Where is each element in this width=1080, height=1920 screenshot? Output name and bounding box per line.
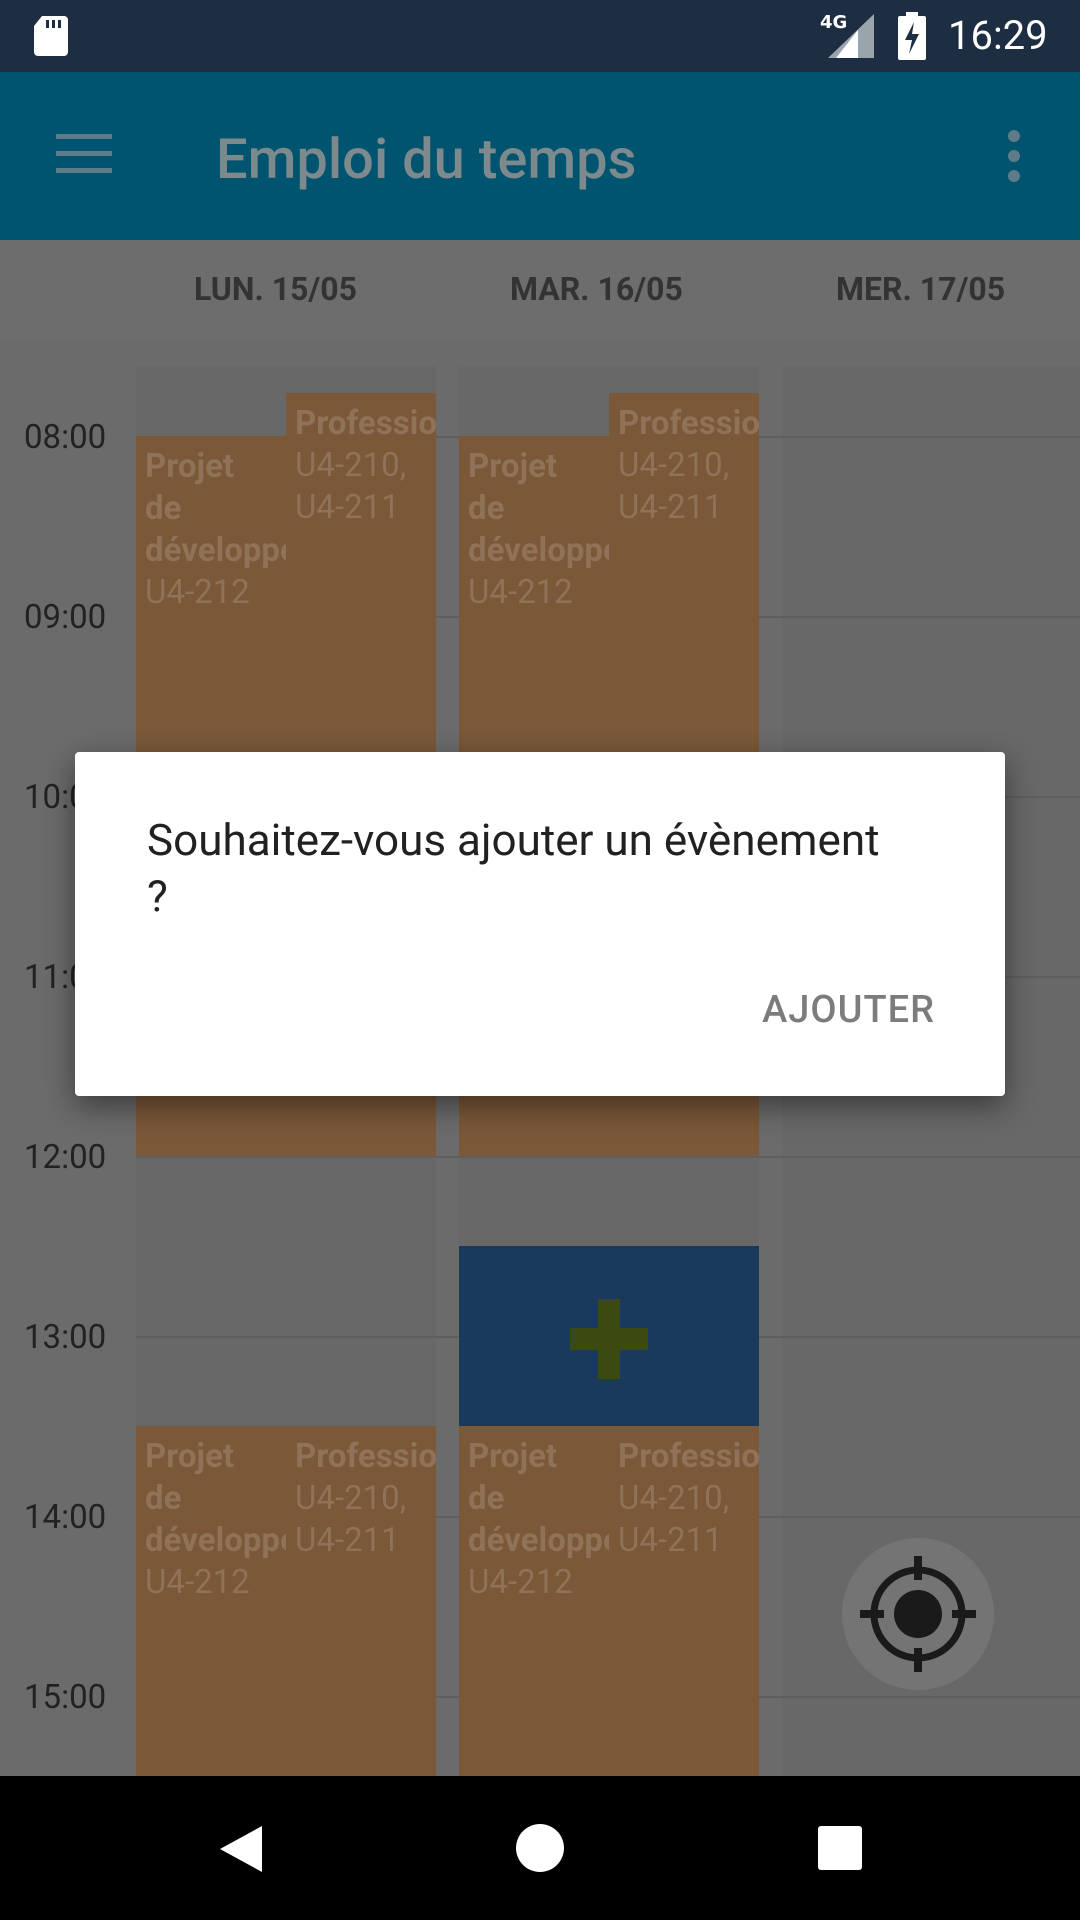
dialog-message: Souhaitez-vous ajouter un évènement ? [147, 814, 880, 922]
add-button[interactable]: AJOUTER [762, 988, 935, 1032]
home-icon[interactable] [516, 1824, 564, 1872]
back-icon[interactable] [216, 1824, 264, 1874]
recent-apps-icon[interactable] [818, 1826, 862, 1870]
add-event-dialog: Souhaitez-vous ajouter un évènement ? AJ… [75, 752, 1005, 1096]
